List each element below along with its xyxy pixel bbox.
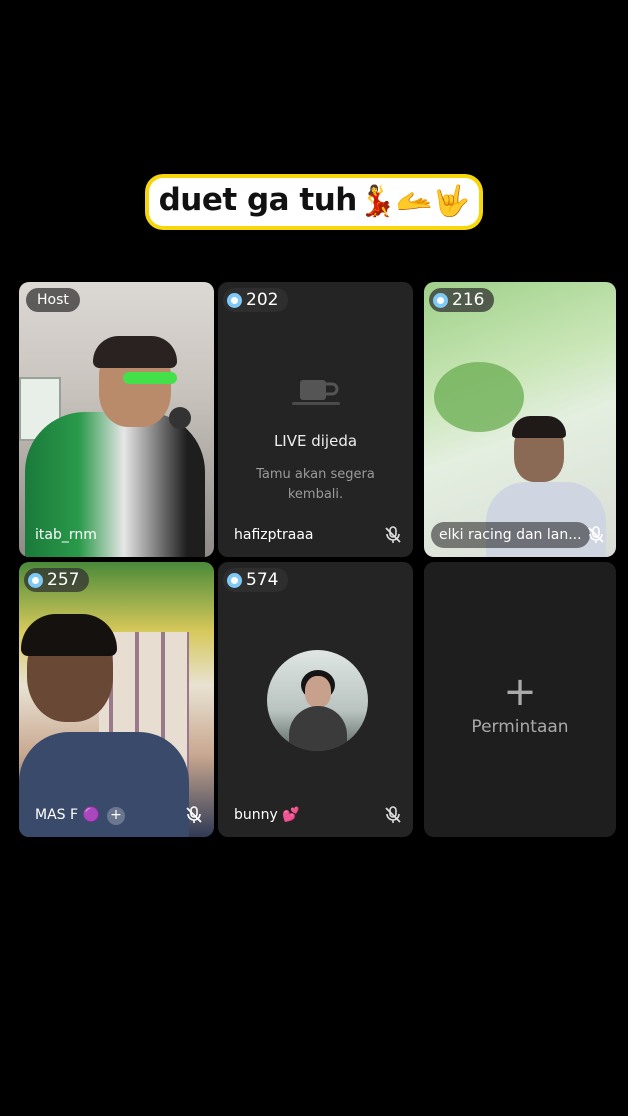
paused-subtitle: Tamu akan segera kembali. [256,467,375,502]
avatar [267,650,368,751]
viewer-count-value: 202 [246,290,279,310]
guest-tile-2[interactable]: 202 LIVE dijeda Tamu akan segera kembali… [218,282,413,557]
viewer-count: 257 [24,568,90,592]
caption: duet ga tuh💃🫴🤟 [0,178,628,226]
mic-off-icon [186,806,202,823]
viewer-icon [433,292,448,308]
plus-icon: + [503,669,537,715]
guest-tile-5[interactable]: 574 bunny 💕 [218,562,413,837]
viewer-count-value: 574 [246,570,279,590]
guest-name[interactable]: itab_rnm [26,522,106,548]
guest-name[interactable]: bunny 💕 [225,802,309,828]
mic-off-icon [385,526,401,543]
request-label: Permintaan [471,717,569,737]
viewer-count: 202 [223,288,289,312]
host-badge: Host [26,288,80,312]
guest-tile-3[interactable]: 216 elki racing dan lan... [424,282,616,557]
viewer-count: 216 [429,288,495,312]
caption-emoji: 💃🫴🤟 [358,183,470,219]
guest-name[interactable]: elki racing dan lan... [431,522,590,548]
viewer-count-value: 257 [47,570,80,590]
guest-video [19,562,214,837]
guest-name[interactable]: hafizptraaa [225,522,323,548]
viewer-icon [28,572,43,588]
mic-off-icon [385,806,401,823]
viewer-count: 574 [223,568,289,592]
guest-video [424,282,616,557]
guest-name[interactable]: MAS F 🟣 [26,802,109,828]
follow-plus-button[interactable]: + [107,807,125,825]
request-tile[interactable]: + Permintaan [424,562,616,837]
viewer-icon [227,292,242,308]
guest-tile-4[interactable]: 257 MAS F 🟣 + [19,562,214,837]
viewer-count-value: 216 [452,290,485,310]
caption-text: duet ga tuh💃🫴🤟 [148,178,480,226]
caption-label: duet ga tuh [158,182,358,218]
mic-off-icon [588,526,604,543]
paused-title: LIVE dijeda [273,432,358,450]
viewer-icon [227,572,242,588]
guest-grid: Host itab_rnm 202 LIVE dijeda Tamu akan … [19,282,616,838]
coffee-cup-icon [292,380,340,405]
guest-tile-host[interactable]: Host itab_rnm [19,282,214,557]
host-video [19,282,214,557]
caption-box: duet ga tuh💃🫴🤟 [148,178,480,226]
